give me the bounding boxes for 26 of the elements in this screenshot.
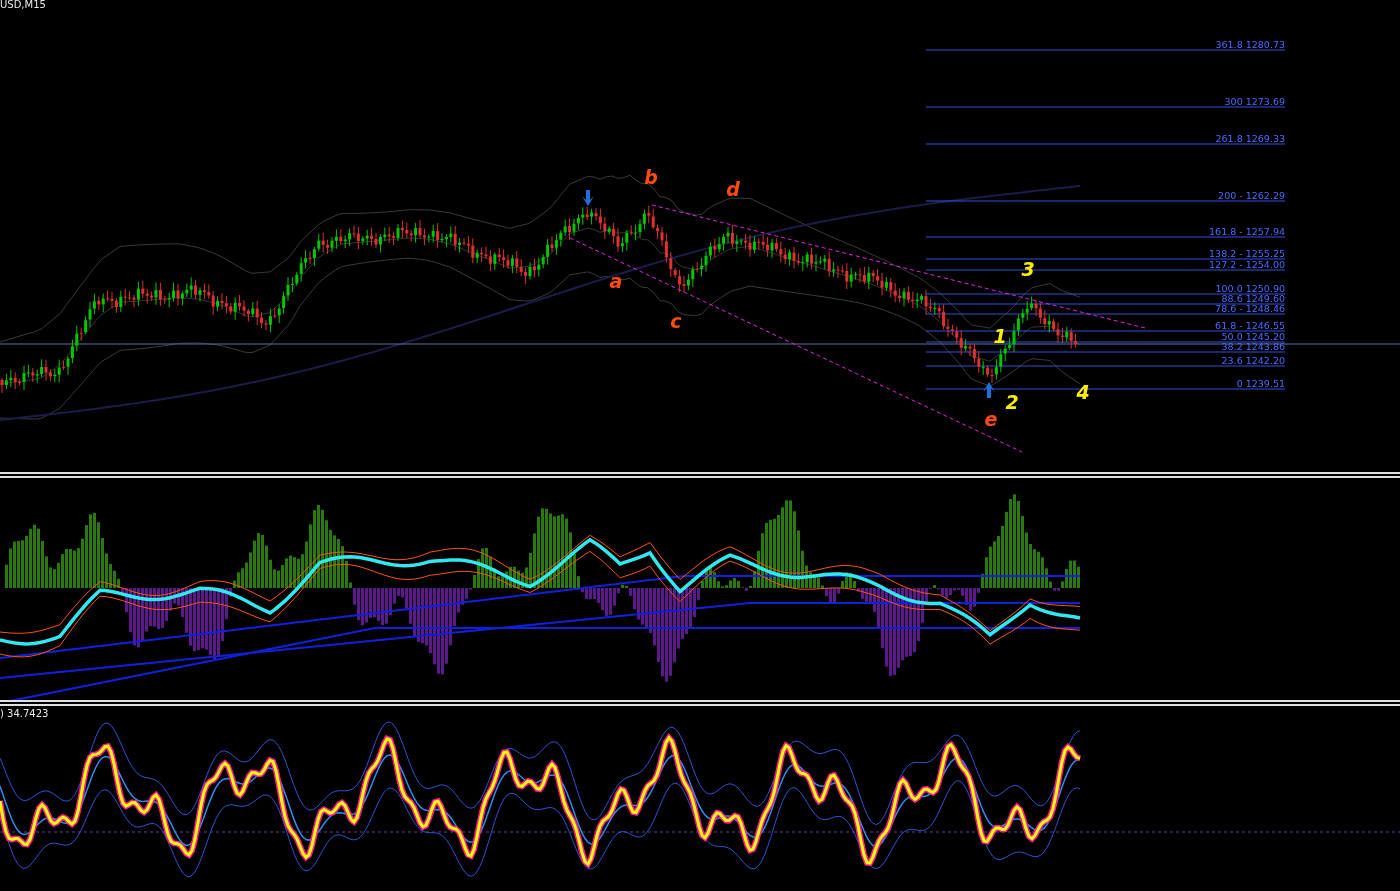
fibonacci-level-label: 161.8 - 1257.94 bbox=[1209, 226, 1285, 237]
wave-label: 3 bbox=[1021, 258, 1035, 280]
fibonacci-level-label: 78.6 - 1248.46 bbox=[1215, 303, 1285, 314]
wave-label: 2 bbox=[1005, 391, 1019, 413]
fibonacci-level-label: 50.0 1245.20 bbox=[1221, 331, 1285, 342]
symbol-label: USD,M15 bbox=[0, 0, 46, 10]
fibonacci-level-label: 100.0 1250.90 bbox=[1215, 283, 1285, 294]
fibonacci-level-label: 138.2 - 1255.25 bbox=[1209, 248, 1285, 259]
fibonacci-level-label: 300 1273.69 bbox=[1224, 96, 1285, 107]
wave-label: e bbox=[984, 408, 998, 430]
fibonacci-level-label: 0 1239.51 bbox=[1236, 378, 1285, 389]
fibonacci-level-label: 127.2 - 1254.00 bbox=[1209, 259, 1285, 270]
fibonacci-level-label: 261.8 1269.33 bbox=[1215, 133, 1285, 144]
wave-label: c bbox=[670, 310, 682, 332]
fibonacci-level-label: 88.6 1249.60 bbox=[1221, 293, 1285, 304]
wave-label: d bbox=[726, 178, 740, 200]
fibonacci-level-label: 61.8 - 1246.55 bbox=[1215, 320, 1285, 331]
wave-label: 1 bbox=[993, 325, 1007, 347]
indicator-value-label: ) 34.7423 bbox=[0, 708, 49, 719]
wave-label: 4 bbox=[1076, 381, 1090, 403]
wave-label: b bbox=[644, 166, 658, 188]
wave-label: a bbox=[609, 270, 623, 292]
fibonacci-level-label: 361.8 1280.73 bbox=[1215, 39, 1285, 50]
fibonacci-level-label: 23.6 1242.20 bbox=[1221, 355, 1285, 366]
fibonacci-level-label: 38.2 1243.86 bbox=[1221, 341, 1285, 352]
fibonacci-level-label: 200 - 1262.29 bbox=[1218, 190, 1285, 201]
